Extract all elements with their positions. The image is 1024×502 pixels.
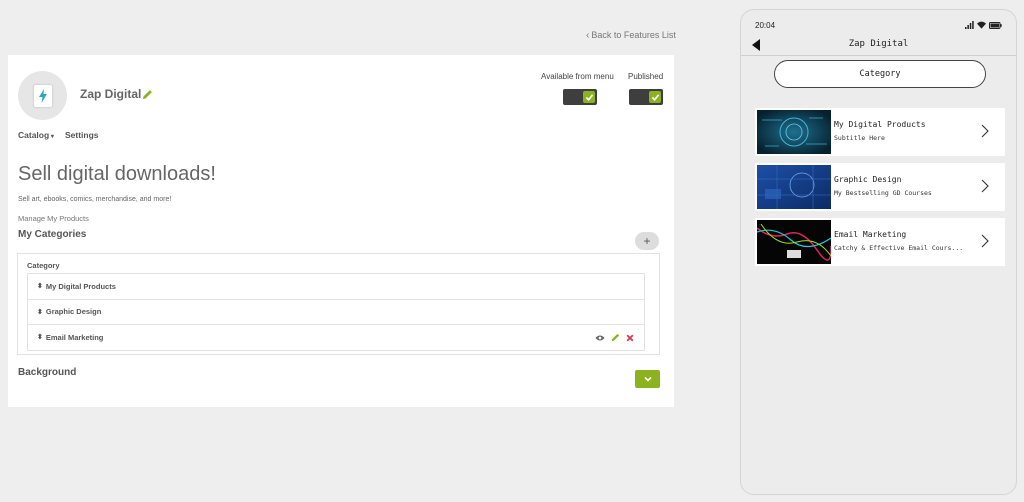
category-row[interactable]: ⬍ My Digital Products [28,274,644,300]
app-title: Zap Digital [80,87,142,101]
settings-tab[interactable]: Settings [65,130,99,140]
add-category-button[interactable]: + [635,232,659,250]
category-button[interactable]: Category [774,60,986,88]
category-list: ⬍ My Digital Products ⬍ Graphic Design ⬍… [27,273,645,351]
app-icon [18,71,67,120]
card-title: Graphic Design [834,175,902,184]
phone-title: Zap Digital [848,39,909,49]
caret-down-icon: ▾ [49,134,54,140]
battery-icon [989,21,1002,29]
phone-header: Zap Digital [741,32,1016,56]
page-tagline: Sell art, ebooks, comics, merchandise, a… [18,196,172,203]
page-headline: Sell digital downloads! [18,163,216,185]
row-actions [595,333,634,342]
pencil-icon[interactable] [611,333,620,342]
document-icon [33,84,52,107]
sort-handle-icon[interactable]: ⬍ [37,308,43,316]
edit-title-pencil-icon[interactable] [142,87,153,105]
signal-icon [965,21,974,29]
category-card[interactable]: Graphic Design My Bestselling GD Courses [755,163,1005,211]
category-thumbnail [757,220,831,264]
expand-background-button[interactable] [635,370,660,388]
category-name: Email Marketing [45,332,104,342]
check-icon [583,91,595,103]
back-to-features-link[interactable]: ‹ Back to Features List [586,30,676,41]
wifi-icon [977,21,986,29]
category-card[interactable]: Email Marketing Catchy & Effective Email… [755,218,1005,266]
manage-products-label: Manage My Products [18,214,89,223]
category-thumbnail [757,165,831,209]
category-table: Category ⬍ My Digital Products ⬍ Graphic… [17,253,660,355]
eye-icon[interactable] [595,334,605,342]
chevron-right-icon [981,234,989,253]
check-icon [649,91,661,103]
card-title: Email Marketing [834,230,907,239]
status-icons [965,21,1002,29]
background-section-title: Background [18,367,77,378]
chevron-right-icon [981,124,989,143]
category-row[interactable]: ⬍ Email Marketing [28,325,644,351]
available-from-menu-toggle[interactable] [563,89,597,105]
category-thumbnail [757,110,831,154]
my-categories-title: My Categories [18,229,87,240]
delete-x-icon[interactable] [626,334,634,342]
sort-handle-icon[interactable]: ⬍ [37,282,43,290]
catalog-menu[interactable]: Catalog ▾ [18,130,54,140]
category-name: My Digital Products [45,281,116,291]
published-label: Published [628,72,664,81]
chevron-down-icon [643,376,652,382]
lightning-icon [38,88,47,103]
card-subtitle: Catchy & Effective Email Cours... [834,244,964,252]
feature-settings-panel: Zap Digital Available from menu Publishe… [8,55,674,407]
published-toggle[interactable] [629,89,663,105]
phone-preview: 20:04 Zap Digital Category My Digital Pr… [740,9,1017,495]
category-card[interactable]: My Digital Products Subtitle Here [755,108,1005,156]
card-subtitle: My Bestselling GD Courses [834,189,932,197]
chevron-left-icon: ‹ [586,30,590,41]
chevron-right-icon [981,179,989,198]
category-name: Graphic Design [45,307,102,317]
card-subtitle: Subtitle Here [834,134,885,142]
catalog-label: Catalog [18,130,50,140]
card-title: My Digital Products [834,120,926,129]
available-from-menu-label: Available from menu [541,72,614,81]
sort-handle-icon[interactable]: ⬍ [37,333,43,341]
back-link-label: Back to Features List [591,30,676,40]
category-column-header: Category [27,261,60,270]
status-time: 20:04 [755,21,776,30]
category-row[interactable]: ⬍ Graphic Design [28,300,644,325]
